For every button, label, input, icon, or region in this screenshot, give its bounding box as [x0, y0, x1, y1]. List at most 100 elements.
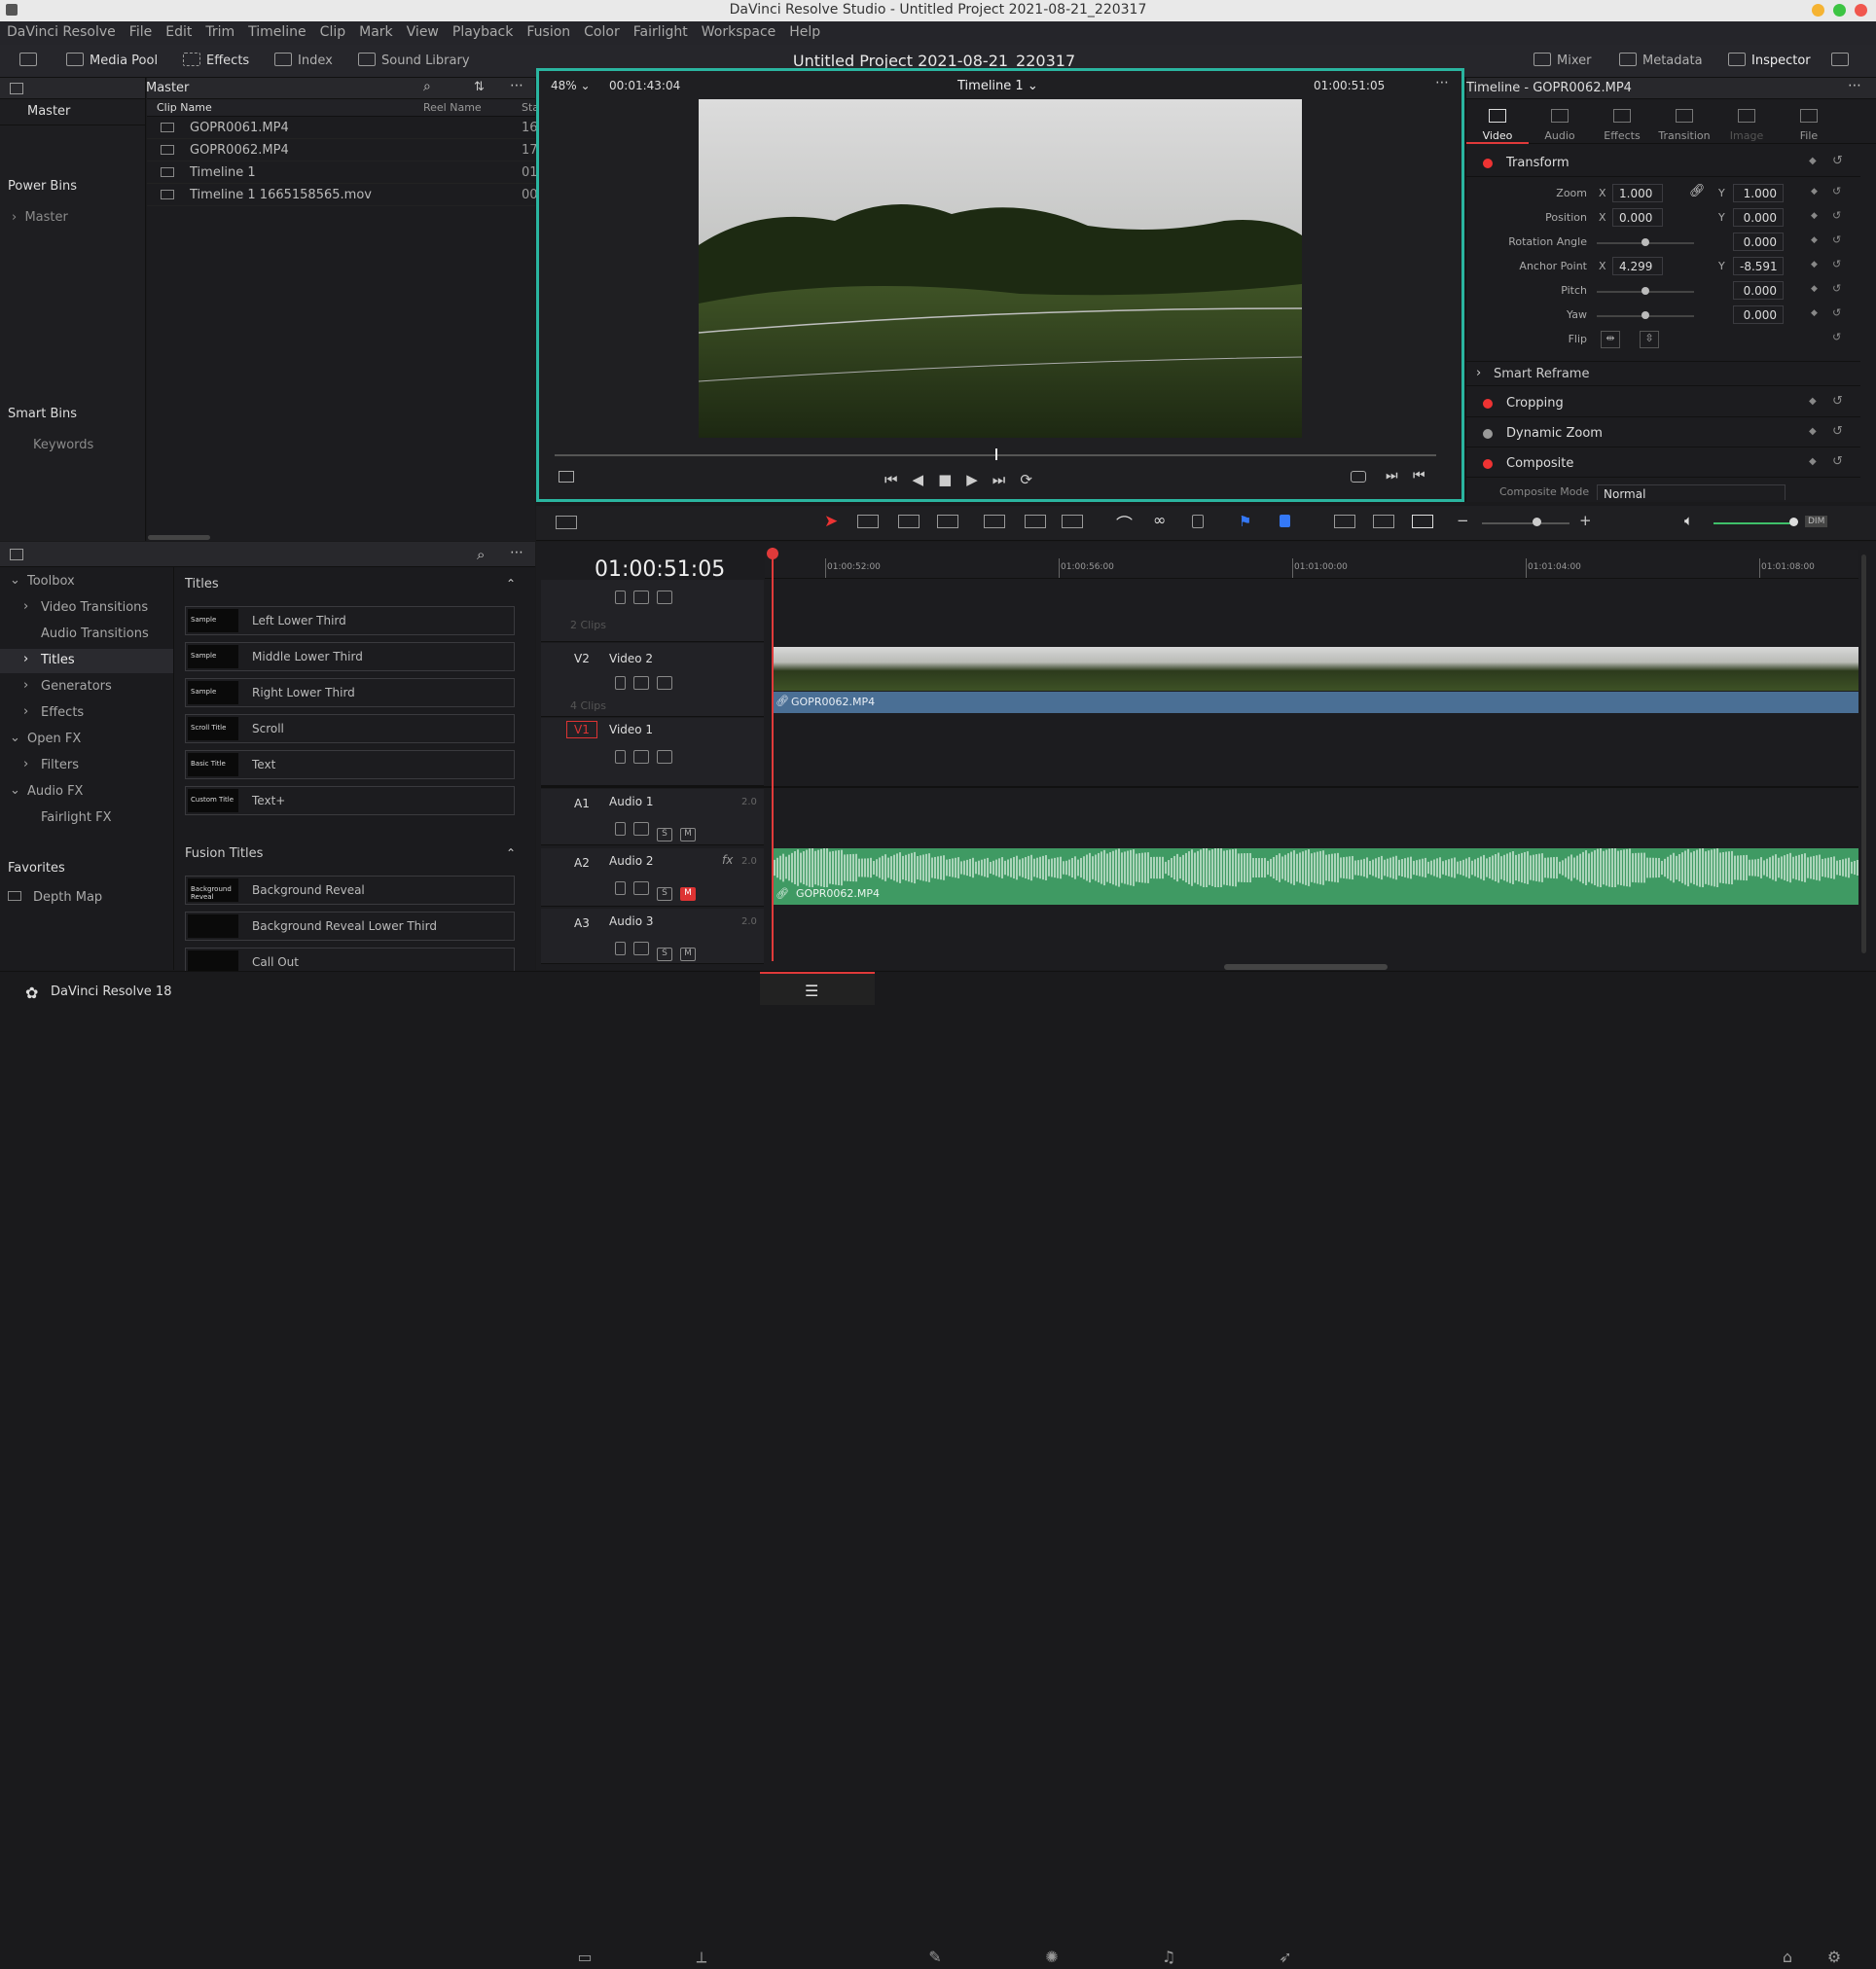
param-y-field[interactable]: 0.000 [1733, 233, 1784, 251]
more-options-icon[interactable]: ⋯ [510, 545, 523, 560]
inspector-section[interactable]: Cropping ◆ ↺ [1466, 392, 1860, 417]
media-pool-button[interactable]: Media Pool [66, 53, 158, 68]
video-clip-thumbnails[interactable] [772, 647, 1858, 691]
more-options-icon[interactable]: ⋯ [1435, 75, 1449, 90]
title-template[interactable]: Sample Right Lower Third [185, 678, 515, 707]
sidebar-toggle-icon[interactable] [10, 549, 23, 560]
keyframe-icon[interactable]: ◆ [1809, 456, 1817, 467]
enable-toggle[interactable] [1483, 399, 1493, 409]
lock-icon[interactable] [615, 881, 626, 895]
dim-button[interactable]: DIM [1805, 516, 1828, 527]
track-visibility-icon[interactable] [657, 750, 672, 764]
lock-icon[interactable] [615, 591, 626, 604]
effects-button[interactable]: Effects [183, 53, 249, 68]
clip-row[interactable]: Timeline 1 01 [147, 162, 538, 184]
menu-item[interactable]: Workspace [695, 21, 783, 40]
col-clip-name[interactable]: Clip Name [157, 101, 212, 114]
track-visibility-icon[interactable] [657, 676, 672, 690]
fx-tree-item[interactable]: Fairlight FX [0, 806, 173, 831]
zoom-slider[interactable] [1482, 522, 1569, 524]
menu-item[interactable]: Edit [159, 21, 198, 40]
linked-selection-icon[interactable]: ∞ [1153, 511, 1166, 529]
inspector-tab[interactable]: Transition [1653, 101, 1715, 144]
zoom-slider-handle[interactable] [1533, 518, 1541, 526]
menu-item[interactable]: File [123, 21, 159, 40]
color-page-icon[interactable]: ✺ [1037, 1948, 1066, 1969]
fx-tree-item[interactable]: ⌄ Toolbox [0, 570, 173, 594]
snapping-icon[interactable]: ⌒ [1116, 511, 1133, 535]
fx-tree-item[interactable]: ⌄ Open FX [0, 728, 173, 752]
keyframe-icon[interactable]: ◆ [1809, 396, 1817, 407]
sort-icon[interactable]: ⇅ [474, 80, 485, 94]
zoom-detail-icon[interactable] [1373, 515, 1394, 528]
reset-icon[interactable]: ↺ [1832, 258, 1841, 270]
play-icon[interactable]: ▶ [966, 471, 992, 488]
reset-icon[interactable]: ↺ [1832, 394, 1843, 409]
mixer-button[interactable]: Mixer [1533, 53, 1591, 68]
auto-select-icon[interactable] [633, 881, 649, 895]
auto-select-icon[interactable] [633, 750, 649, 764]
zoom-out-icon[interactable]: − [1457, 512, 1469, 529]
speaker-icon[interactable]: 🔈︎ [1684, 512, 1693, 529]
menu-item[interactable]: Color [577, 21, 627, 40]
title-template[interactable]: Basic Title Text [185, 750, 515, 779]
metadata-button[interactable]: Metadata [1619, 53, 1703, 68]
reset-icon[interactable]: ↺ [1832, 282, 1841, 295]
inspector-section[interactable]: Dynamic Zoom ◆ ↺ [1466, 422, 1860, 448]
lock-icon[interactable] [615, 750, 626, 764]
smart-bin-keywords[interactable]: Keywords [33, 438, 93, 452]
track-header[interactable]: A1 Audio 1 2.0 S M [541, 789, 764, 845]
go-to-start-icon[interactable]: ⏮ [884, 471, 913, 488]
fx-tree-item[interactable]: › Video Transitions [0, 596, 173, 621]
timeline-vscrollbar[interactable] [1861, 555, 1866, 953]
title-template[interactable]: Custom Title Text+ [185, 786, 515, 815]
clip-row[interactable]: GOPR0061.MP4 16 [147, 118, 538, 139]
video-clip-bar[interactable]: 🔗︎ GOPR0062.MP4 [772, 692, 1858, 713]
overwrite-clip-icon[interactable] [1025, 515, 1046, 528]
title-template[interactable]: Sample Middle Lower Third [185, 642, 515, 671]
fusion-title-template[interactable]: Background Reveal Background Reveal [185, 876, 515, 905]
sidebar-toggle-icon[interactable] [10, 83, 23, 94]
blade-tool-icon[interactable] [937, 515, 958, 528]
track-visibility-icon[interactable] [657, 591, 672, 604]
volume-slider[interactable] [1714, 522, 1793, 524]
solo-button[interactable]: S [657, 948, 672, 961]
index-button[interactable]: Index [274, 53, 333, 68]
inspector-tab[interactable]: Effects [1591, 101, 1653, 144]
track-header[interactable]: A2 Audio 2 fx 2.0 S M [541, 848, 764, 907]
power-bin-master[interactable]: › Master [12, 210, 68, 225]
match-frame-icon[interactable] [1351, 471, 1366, 483]
fx-tree-item[interactable]: Audio Transitions [0, 623, 173, 647]
track-header[interactable]: V2 Video 2 4 Clips [541, 643, 764, 717]
fx-tree-item[interactable]: ⌄ Audio FX [0, 780, 173, 805]
inspector-section[interactable]: Composite ◆ ↺ [1466, 452, 1860, 478]
inspector-section[interactable]: › Smart Reframe [1466, 361, 1860, 386]
maximize-button[interactable] [1833, 4, 1846, 17]
deliver-page-icon[interactable]: ➶ [1271, 1948, 1300, 1969]
composite-mode-select[interactable]: Normal [1597, 484, 1786, 500]
monitor-icon[interactable] [19, 53, 43, 68]
slider-handle[interactable] [1642, 311, 1649, 319]
auto-select-icon[interactable] [633, 591, 649, 604]
fusion-title-template[interactable]: Background Reveal Lower Third [185, 912, 515, 941]
favorite-item[interactable]: Depth Map [8, 890, 102, 905]
lock-icon[interactable] [615, 942, 626, 955]
reset-icon[interactable]: ↺ [1832, 154, 1843, 168]
flip-vertical-button[interactable]: ⇳ [1640, 331, 1659, 348]
menu-item[interactable]: Mark [352, 21, 400, 40]
fx-tree-item[interactable]: › Titles [0, 649, 173, 673]
home-icon[interactable]: ⌂ [1773, 1948, 1802, 1969]
clip-row[interactable]: Timeline 1 1665158565.mov 00 [147, 185, 538, 206]
inspector-tab[interactable]: Image [1715, 101, 1778, 144]
minimize-button[interactable] [1812, 4, 1824, 17]
inspector-section[interactable]: Transform ◆ ↺ [1466, 152, 1860, 177]
cut-page-icon[interactable]: ⟂ [687, 1948, 716, 1969]
auto-select-icon[interactable] [633, 942, 649, 955]
playhead[interactable] [772, 548, 774, 961]
slider-handle[interactable] [1642, 238, 1649, 246]
reset-icon[interactable]: ↺ [1832, 454, 1843, 469]
enable-toggle[interactable] [1483, 459, 1493, 469]
param-x-field[interactable]: 4.299 [1612, 257, 1663, 275]
reset-icon[interactable]: ↺ [1832, 424, 1843, 439]
prev-edit-icon[interactable]: ⏮ [1413, 468, 1425, 483]
